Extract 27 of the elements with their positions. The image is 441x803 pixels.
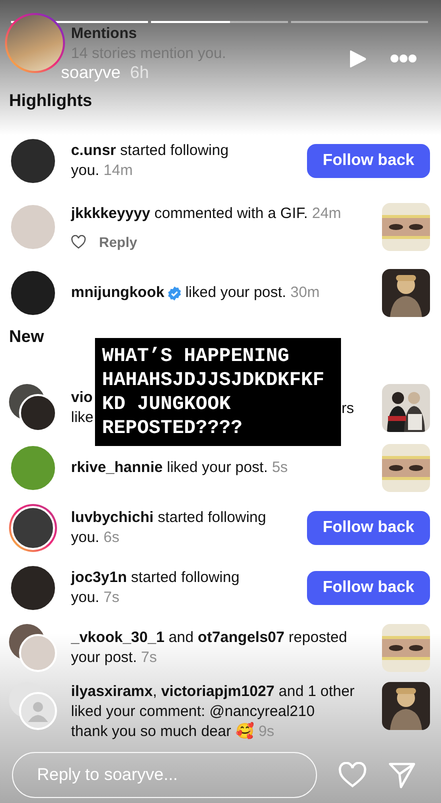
notification-text: joc3y1n started following you. 7s (71, 568, 240, 608)
follow-back-button[interactable]: Follow back (307, 571, 430, 605)
follow-back-button[interactable]: Follow back (307, 511, 430, 545)
notification-text: rs (342, 400, 354, 416)
avatar (19, 634, 57, 672)
section-title: New (9, 326, 44, 348)
notification-text: luvbychichi started following you. 6s (71, 508, 266, 548)
avatar (19, 692, 57, 730)
username[interactable]: mnijungkook (71, 283, 164, 303)
notification-text: c.unsr started following you. 14m (71, 141, 229, 181)
reply-field[interactable]: Reply to soaryve... (12, 752, 317, 798)
more-icon[interactable] (390, 54, 417, 63)
notification-text: _vkook_30_1 and ot7angels07 reposted your post. 7s (71, 628, 348, 668)
notification-text: vio like (71, 388, 94, 428)
notification-text: rkive_hannie liked your post. 5s (71, 458, 288, 478)
notification-text: liked your post. 30m (185, 283, 320, 303)
follow-back-button[interactable]: Follow back (307, 144, 430, 178)
heart-icon[interactable] (71, 235, 86, 249)
notification-text: ilyasxiramx, victoriapjm1027 and 1 other liked your comment: @nancyreal210 thank you so much dear 🥰 9s (71, 682, 355, 742)
reply-button[interactable]: Reply (99, 234, 138, 250)
section-title: Highlights (9, 90, 92, 112)
notification-text: jkkkkeyyyy commented with a GIF. 24m (71, 204, 342, 224)
mentions-title[interactable]: Mentions (71, 24, 137, 44)
avatar[interactable] (9, 504, 57, 552)
text-sticker: WHAT’S HAPPENING HAHAHSJDJJSJDKDKFKF KD JUNGKOOK REPOSTED???? (95, 338, 341, 446)
send-icon[interactable] (388, 761, 416, 789)
play-icon[interactable] (349, 49, 367, 69)
